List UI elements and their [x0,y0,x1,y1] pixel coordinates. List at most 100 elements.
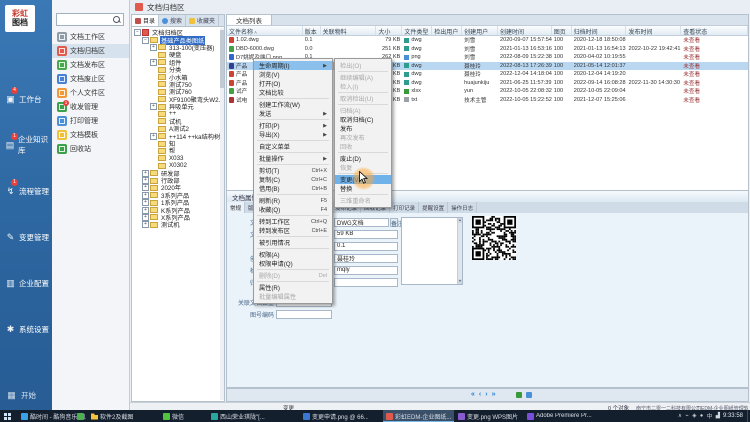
sidebar-item-企业知识库[interactable]: ▤企业知识库1 [0,122,52,168]
expand-icon[interactable]: + [142,199,149,206]
menu-item-刷新(R)[interactable]: 刷新(R)F5 [254,196,332,205]
menu-item-发送[interactable]: 发送▶ [254,109,332,118]
taskbar-item-Adobe Premiere Pr...[interactable]: Adobe Premiere Pr... [524,410,595,422]
menu-item-权限(A)[interactable]: 权限(A) [254,250,332,259]
menu-item-废止(D)[interactable]: 废止(D) [335,154,391,163]
column-header-检出用户[interactable]: 检出用户 [432,26,462,35]
expand-icon[interactable]: + [150,44,157,51]
module-item-打印管理[interactable]: 打印管理 [52,114,129,128]
menu-item-取消检出(U)[interactable]: 取消检出(U) [335,94,391,103]
collapse-icon[interactable]: − [134,29,141,36]
field-input-大小[interactable]: 59 KB [334,230,398,239]
menu-item-创建工作流(W)[interactable]: 创建工作流(W) [254,100,332,109]
taskbar-item-微信[interactable]: 微信 [160,410,187,422]
menu-item-权限申请(Q)[interactable]: 权限申请(Q) [254,259,332,268]
column-header-文件类型[interactable]: 文件类型 [402,26,432,35]
column-header-版本[interactable]: 版本 [303,26,321,35]
column-header-发布时间[interactable]: 发布时间 [626,26,681,35]
field-input-归档时间[interactable] [334,278,398,287]
expand-icon[interactable]: + [150,103,157,110]
sidebar-item-变更管理[interactable]: ✎变更管理 [0,214,52,260]
sidebar-item-企业配置[interactable]: ▥企业配置 [0,260,52,306]
menu-item-回收[interactable]: 回收 [335,142,391,151]
menu-item-检入(I)[interactable]: 检入(I) [335,82,391,91]
sidebar-item-流程管理[interactable]: ↯流程管理1 [0,168,52,214]
tab-favorites[interactable]: 收藏夹 [186,15,219,26]
field-input-修改用户[interactable]: mqly [334,266,398,275]
menu-item-文档比较[interactable]: 文档比较 [254,88,332,97]
tree-node[interactable]: +异吸单元 [132,103,224,110]
tree-node[interactable]: +++114 ++ka结构树测试 [132,132,224,139]
module-item-文档发布区[interactable]: 文档发布区 [52,58,129,72]
menu-item-打开(O)[interactable]: 打开(O) [254,79,332,88]
bluetooth-icon[interactable]: ◈ [692,413,696,419]
chevron-up-icon[interactable]: ∧ [678,413,682,419]
menu-item-再次发布[interactable]: 再次发布 [335,133,391,142]
module-item-文档归档区[interactable]: 文档归档区 [52,44,129,58]
menu-item-复制(C)[interactable]: 复制(C)Ctrl+C [254,175,332,184]
tab-search[interactable]: 搜索 [159,15,186,26]
menu-item-删除(D)[interactable]: 删除(D)Del [254,271,332,280]
menu-item-自定义菜单[interactable]: 自定义菜单 [254,142,332,151]
last-page-icon[interactable]: » [492,389,496,401]
menu-item-转到工作区[interactable]: 转到工作区Ctrl+Q [254,217,332,226]
field-input-版本[interactable]: 0.1 [334,242,398,251]
scroll-up-icon[interactable]: ▲ [458,218,462,223]
menu-item-收藏(Q)[interactable]: 收藏(Q)F4 [254,205,332,214]
tree-node[interactable]: X033 [132,155,224,162]
menu-item-转到发布区[interactable]: 转到发布区Ctrl+E [254,226,332,235]
expand-icon[interactable]: + [142,170,149,177]
scroll-down-icon[interactable]: ▼ [458,279,462,284]
windows-start-icon[interactable] [4,413,11,420]
menu-item-被引用情况[interactable]: 被引用情况 [254,238,332,247]
taskbar-item[interactable] [74,410,87,422]
field-input-图号编码[interactable] [276,310,332,319]
ime-zh-icon[interactable]: 中 [707,412,713,420]
menu-item-剪切(T)[interactable]: 剪切(T)Ctrl+X [254,166,332,175]
taskbar-item-变更.png WPS图片[interactable]: 变更.png WPS图片 [455,410,521,422]
prev-page-icon[interactable]: ‹ [479,389,481,401]
remark-textarea[interactable]: ▲ ▼ [401,217,463,285]
taskbar-item-西山荣业琪陇"[...[interactable]: 西山荣业琪陇"[... [208,410,268,422]
expand-icon[interactable]: + [142,214,149,221]
column-header-图页[interactable]: 图页 [552,26,572,35]
remark-scrollbar[interactable]: ▲ ▼ [457,218,462,284]
next-page-icon[interactable]: › [485,389,487,401]
module-item-收发管理[interactable]: 收发管理1 [52,100,129,114]
expand-icon[interactable]: + [142,221,149,228]
expand-icon[interactable]: + [142,192,149,199]
props-tab-提醒设置[interactable]: 提醒设置 [419,202,448,213]
network-icon[interactable]: ▟ [716,413,720,419]
column-header-关联物料[interactable]: 关联物料 [321,26,377,35]
menu-item-生命周期(I)[interactable]: 生命周期(I)▶ [254,61,332,70]
menu-item-检出(O)[interactable]: 检出(O) [335,61,391,70]
tab-directory[interactable]: 目录 [132,15,159,26]
menu-item-继续编辑(A)[interactable]: 继续编辑(A) [335,73,391,82]
menu-item-取消归档(C)[interactable]: 取消归档(C) [335,115,391,124]
menu-item-属性(R)[interactable]: 属性(R) [254,283,332,292]
module-item-文档废止区[interactable]: 文档废止区 [52,72,129,86]
expand-icon[interactable]: + [150,133,157,140]
taskbar-item-软件2及截图[interactable]: 软件2及截图 [88,410,136,422]
expand-icon[interactable]: + [142,177,149,184]
props-tab-打印记录[interactable]: 打印记录 [390,202,419,213]
props-tab-常规[interactable]: 常规 [227,202,245,213]
tab-document-list[interactable]: 文档列表 [227,15,272,25]
first-page-icon[interactable]: « [471,389,475,401]
column-header-文件名称[interactable]: 文件名称 ˄ [227,26,303,35]
tree-node[interactable]: 知 [132,140,224,147]
tree-node[interactable]: +测试机 [132,221,224,228]
menu-item-浏览(V)[interactable]: 浏览(V) [254,70,332,79]
table-row[interactable]: 1.02.dwg0.179 KBdwg刘雪2020-09-07 15:57:54… [227,36,748,45]
taskbar-item-彩虹EDM-企业图纸...[interactable]: 彩虹EDM-企业图纸... [383,410,454,422]
pager-extra1-icon[interactable] [516,392,522,398]
module-item-回收站[interactable]: 回收站 [52,142,129,156]
module-item-个人文件区[interactable]: 个人文件区 [52,86,129,100]
menu-item-三维重命名[interactable]: 三维重命名 [335,196,391,205]
menu-item-打印(P)[interactable]: 打印(P)▶ [254,121,332,130]
column-header-创建时间[interactable]: 创建时间 [498,26,552,35]
link-icon[interactable]: ⌁ [685,413,688,419]
sidebar-item-系统设置[interactable]: ✱系统设置 [0,306,52,352]
sidebar-item-工作台[interactable]: ▣工作台4 [0,76,52,122]
field-input-创建用户[interactable]: 聂桂玲 [334,254,398,263]
